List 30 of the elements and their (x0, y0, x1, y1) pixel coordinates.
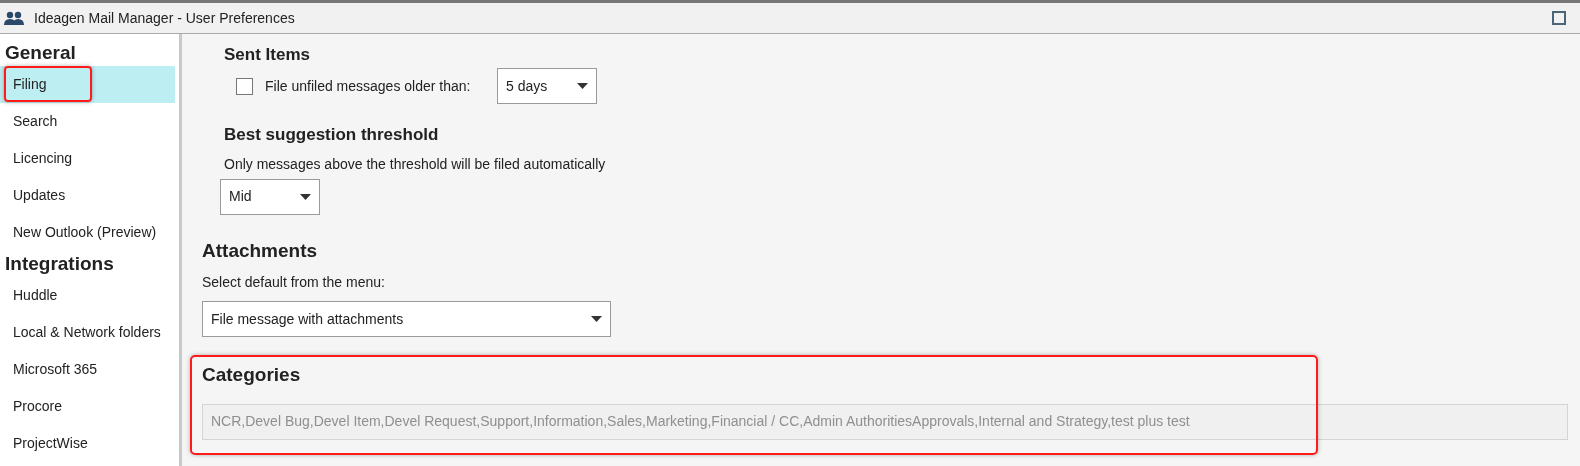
categories-field: NCR,Devel Bug,Devel Item,Devel Request,Support,Information,Sales,Marketing,Financial / CC,Admin AuthoritiesApprovals,Internal and Strategy,test plus test (202, 403, 1568, 440)
sidebar-heading: General (4, 41, 77, 65)
users-icon (4, 11, 24, 25)
dropdown[interactable]: 5 days (497, 68, 597, 104)
sidebar-item[interactable]: Microsoft 365 (0, 351, 175, 388)
section-heading: Sent Items (224, 44, 311, 64)
sidebar-item[interactable]: Local & Network folders (0, 314, 175, 351)
caret-icon (300, 193, 311, 200)
sidebar-item[interactable]: New Outlook (Preview) (0, 214, 175, 251)
maximize-button[interactable] (1552, 11, 1566, 25)
section-heading: Attachments (202, 238, 319, 263)
sidebar-item[interactable]: Huddle (0, 277, 175, 314)
section-heading: Best suggestion threshold (224, 124, 440, 146)
checkbox[interactable] (236, 77, 253, 95)
dropdown[interactable]: File message with attachments (202, 301, 611, 337)
sidebar-item[interactable]: ProjectWise (0, 425, 175, 462)
description-text: Only messages above the threshold will be filed automatically (224, 154, 607, 174)
sidebar-item[interactable]: Licencing (0, 140, 175, 177)
sidebar-item[interactable]: Search (0, 103, 175, 140)
field-label: Select default from the menu: (202, 273, 386, 292)
sidebar-item[interactable]: Filing (0, 66, 175, 103)
sidebar-heading: Integrations (4, 252, 115, 276)
caret-icon (577, 83, 588, 89)
dropdown[interactable]: Mid (220, 178, 320, 215)
section-heading: Categories (202, 363, 302, 387)
window-title: Ideagen Mail Manager - User Preferences (34, 8, 295, 28)
caret-icon (591, 316, 602, 322)
checkbox-label: File unfiled messages older than: (265, 76, 472, 96)
sidebar-item[interactable]: Updates (0, 177, 175, 214)
sidebar-item[interactable]: Procore (0, 388, 175, 425)
